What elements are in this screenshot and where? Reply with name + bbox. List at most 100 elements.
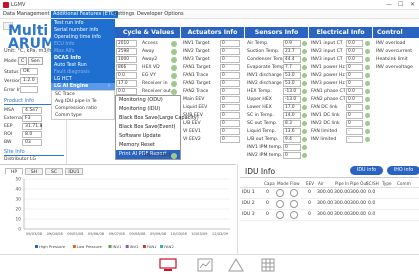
submenu-item[interactable]: Black Box Save(Large Capacity) [116, 114, 199, 123]
menu-additional-features[interactable]: Additional Features (ETC) [51, 11, 119, 18]
idu-pipe-out: 300.00 [350, 212, 367, 217]
electrical-status-icon [365, 57, 370, 62]
actuator-value: 0 [220, 72, 240, 79]
cycle-label: EG VY [142, 73, 156, 78]
idu-info-button[interactable]: IDU info [350, 166, 383, 175]
version-value: 1.2.0 [20, 77, 38, 84]
chart-tab[interactable]: IDU1 [65, 168, 83, 175]
grid-icon[interactable] [260, 258, 276, 272]
divider [240, 220, 419, 221]
actuator-value: 0 [220, 48, 240, 55]
actuator-label: FAN1 Trace [183, 73, 209, 78]
y-tick-label: 50 [16, 177, 22, 183]
dropdown-item[interactable]: DCAS Info [51, 55, 115, 62]
actuator-label: FAN2 Trace [183, 89, 209, 94]
submenu-item[interactable]: Monitoring (IDU) [116, 105, 180, 114]
dropdown-item[interactable]: Operating time info [51, 34, 115, 41]
menu-settings[interactable]: Settings [112, 11, 137, 18]
electrical-status-icon [365, 65, 370, 70]
cycle-value: 0.0 [116, 72, 137, 79]
dropdown-item[interactable]: LG HCT [51, 76, 115, 83]
status-label: Status [4, 70, 19, 75]
monitor-icon[interactable] [159, 258, 177, 272]
chart-icon[interactable] [197, 258, 213, 272]
idu-pipe-out: 300.00 [350, 201, 367, 206]
sensor-value: 53.0 [283, 80, 301, 87]
dropdown-item[interactable]: Serial number info [51, 27, 115, 34]
close-icon[interactable]: ✕ [410, 1, 415, 8]
submenu-item[interactable]: Software Update [116, 132, 180, 141]
electrical-value: - [346, 128, 363, 135]
sensor-status-icon [302, 97, 307, 102]
idu-scsh: 0.0 [368, 190, 376, 195]
idu-eev: 0 [308, 190, 311, 195]
chart-tab[interactable]: HP [5, 168, 23, 175]
idu-capa: 0 [266, 201, 269, 206]
idu-column-header: Mode [277, 181, 289, 186]
distributor-text: Distributor LG [4, 157, 37, 162]
idu-eev: 0 [308, 212, 311, 217]
sensor-label: Lower HEX [247, 105, 272, 110]
sensor-value: 0 [283, 152, 301, 159]
sensor-status-icon [302, 145, 307, 150]
status-dot-icon [171, 41, 177, 47]
sensor-label: Air Temp. [247, 41, 269, 46]
iho-info-button[interactable]: IHO info [387, 166, 419, 175]
product-info-label: ROI [4, 132, 13, 137]
actuator-label: INV2 Target [183, 49, 210, 54]
actuator-label: SUB EEV [183, 113, 203, 118]
legend-swatch [108, 245, 112, 248]
electrical-status-icon [365, 105, 370, 110]
divider [0, 254, 419, 255]
sensor-label: SC in Temp. [247, 113, 274, 118]
electrical-status-icon [365, 121, 370, 126]
idu-pipe-in: 300.00 [334, 190, 351, 195]
idu-column-header: Type [382, 181, 392, 186]
idu-air: 300.00 [317, 212, 334, 217]
x-tick-label: 09/06/08 [88, 232, 105, 236]
submenu-item[interactable]: Monitoring (ODU) [116, 96, 180, 105]
electrical-label: FAN2 phase CT [311, 97, 346, 102]
minimize-icon[interactable]: — [386, 1, 392, 8]
sensor-status-icon [302, 57, 307, 62]
electrical-value: 0.0 [346, 40, 363, 47]
dropdown-item: Fault diagnosis [54, 70, 90, 75]
status-value: OK [20, 68, 38, 75]
sub-left-item: Compression ratio [55, 106, 97, 111]
submenu-item[interactable]: Memory Reset [116, 141, 180, 150]
electrical-label: INV limited [311, 137, 337, 142]
idu-row-name: IDU 3 [242, 212, 255, 217]
y-tick-label: 0 [18, 227, 21, 233]
mode-button[interactable]: C [18, 57, 28, 65]
x-tick-label: 09/09/08 [150, 232, 167, 236]
menu-data-management[interactable]: Data Management [1, 11, 51, 18]
idu-column-header: Capa [264, 181, 275, 186]
idu-capa: 0 [266, 212, 269, 217]
cycle-value: 17.0 [116, 80, 137, 87]
idu-title: IDU Info [245, 167, 276, 176]
electrical-value: 0.0 [346, 96, 363, 103]
electrical-status-icon [365, 49, 370, 54]
chart-tab[interactable]: SH [25, 168, 43, 175]
dropdown-item[interactable]: LG AI Engine [51, 83, 115, 90]
sensor-status-icon [302, 89, 307, 94]
dropdown-item[interactable]: Test run info [51, 20, 115, 27]
control-limit-label: Heatsink limit [376, 57, 408, 62]
warning-icon[interactable] [228, 258, 244, 272]
chart-tab[interactable]: SC [45, 168, 63, 175]
window-title: LGMV [11, 2, 26, 8]
maximize-icon[interactable]: ☐ [398, 1, 403, 8]
sensor-value: 44.4 [283, 56, 301, 63]
idu-eev: 0 [308, 201, 311, 206]
electrical-label: INV1 input CT [311, 41, 343, 46]
chevron-right-icon: › [108, 83, 110, 89]
submenu-item[interactable]: Black Box Save(Event) [116, 123, 180, 132]
actuator-value: 0 [220, 64, 240, 71]
dropdown-item[interactable]: Auto Test Run [51, 62, 115, 69]
sen-button[interactable]: Sen [28, 57, 43, 65]
sensor-status-icon [302, 137, 307, 142]
actuator-value: 0 [220, 136, 240, 143]
actuator-label: Main EEV [183, 97, 205, 102]
menu-developer-options[interactable]: Developer Options [135, 11, 186, 18]
electrical-label: INV3 input CT [311, 57, 343, 62]
